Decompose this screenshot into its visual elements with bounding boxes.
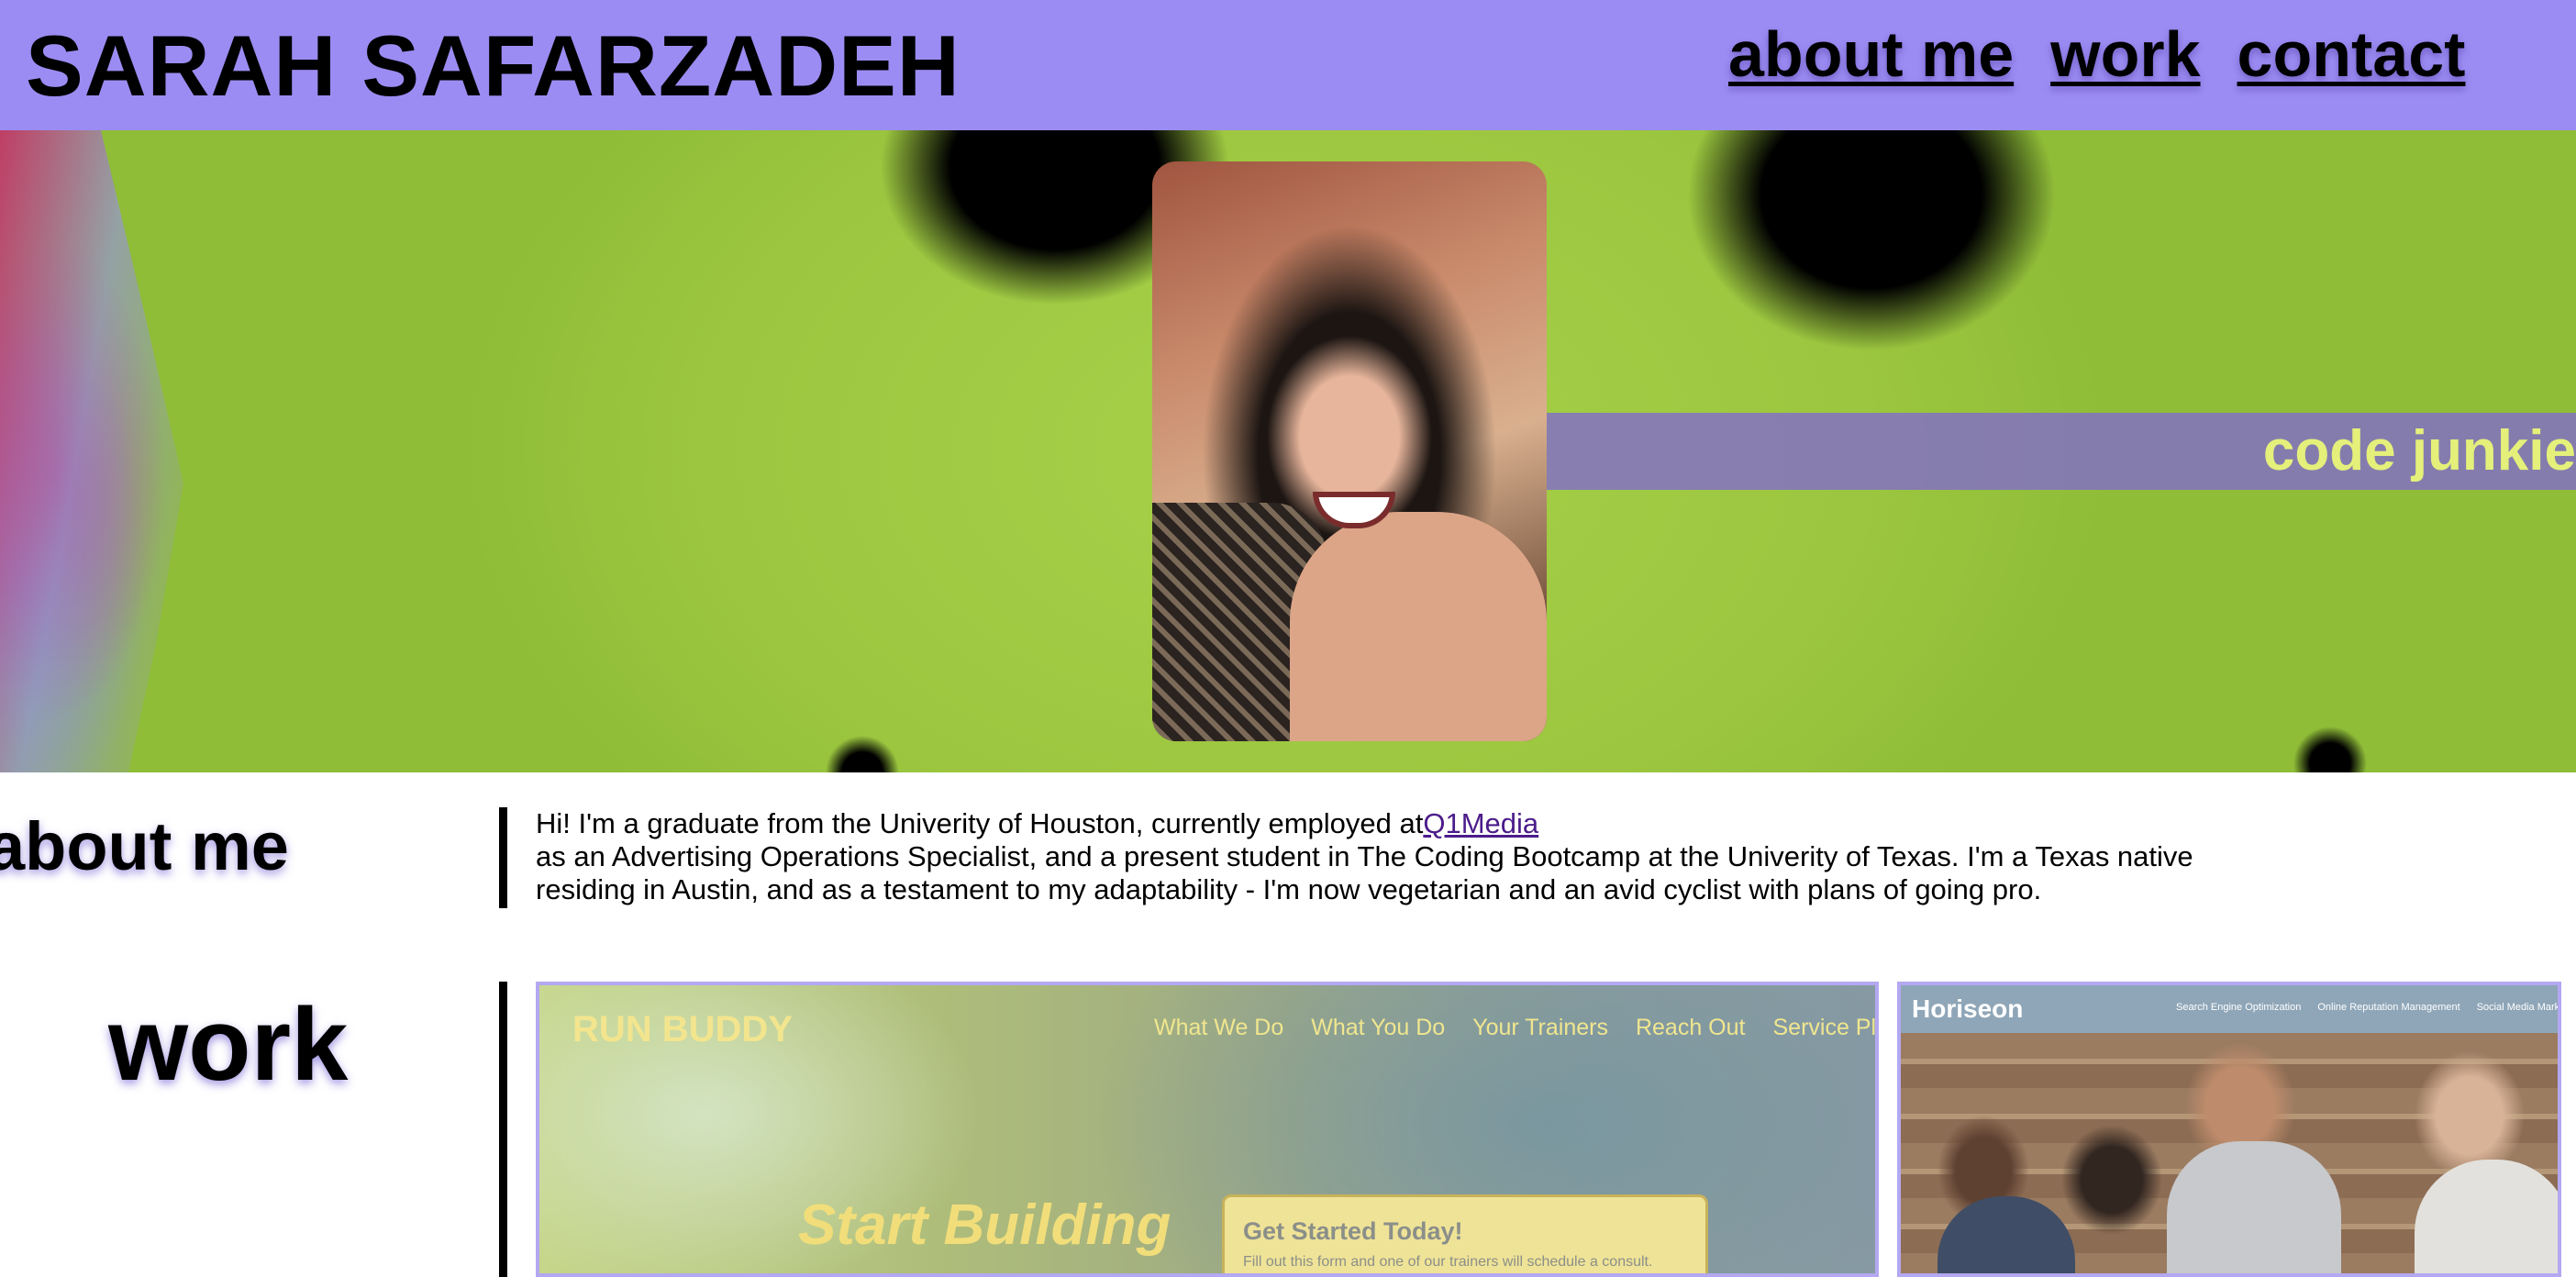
horiseon-nav: Search Engine Optimization Online Reputa… bbox=[2176, 1002, 2560, 1013]
about-text-part1: Hi! I'm a graduate from the Univerity of… bbox=[536, 807, 1424, 839]
horiseon-nav-item: Social Media Marketing bbox=[2476, 1002, 2560, 1013]
run-buddy-form-preview: Get Started Today! Fill out this form an… bbox=[1222, 1194, 1708, 1273]
run-buddy-nav: What We Do What You Do Your Trainers Rea… bbox=[1154, 1015, 1877, 1041]
tagline-band: code junkie bbox=[1547, 413, 2576, 490]
run-buddy-form-title: Get Started Today! bbox=[1243, 1217, 1463, 1245]
run-buddy-nav-item: What We Do bbox=[1154, 1015, 1284, 1040]
run-buddy-nav-item: Reach Out bbox=[1635, 1015, 1746, 1040]
horiseon-header: Horiseon Search Engine Optimization Onli… bbox=[1901, 985, 2558, 1033]
horiseon-logo: Horiseon bbox=[1912, 994, 2024, 1023]
hero-banner: code junkie bbox=[0, 130, 2576, 772]
q1media-link[interactable]: Q1Media bbox=[1423, 807, 1538, 839]
nav-contact-link[interactable]: contact bbox=[2237, 13, 2466, 95]
run-buddy-form-subtitle: Fill out this form and one of our traine… bbox=[1243, 1254, 1653, 1270]
work-heading: work bbox=[108, 987, 349, 1102]
about-divider bbox=[499, 807, 507, 908]
about-heading: about me bbox=[0, 808, 289, 884]
project-card-run-buddy[interactable]: RUN BUDDY What We Do What You Do Your Tr… bbox=[536, 982, 1879, 1277]
hero-paint-splash bbox=[0, 130, 183, 772]
horiseon-nav-item: Online Reputation Management bbox=[2317, 1002, 2460, 1013]
about-text-part2: as an Advertising Operations Specialist,… bbox=[536, 840, 2193, 905]
photo-detail bbox=[1290, 512, 1547, 741]
run-buddy-nav-item: Service Plans bbox=[1772, 1015, 1877, 1040]
horiseon-nav-item: Search Engine Optimization bbox=[2176, 1002, 2302, 1013]
run-buddy-hero-text: Start Building bbox=[798, 1194, 1171, 1257]
photo-detail bbox=[2167, 1141, 2341, 1273]
about-paragraph: Hi! I'm a graduate from the Univerity of… bbox=[536, 807, 2279, 906]
run-buddy-logo: RUN BUDDY bbox=[572, 1009, 793, 1049]
run-buddy-nav-item: What You Do bbox=[1311, 1015, 1446, 1040]
run-buddy-nav-item: Your Trainers bbox=[1472, 1015, 1608, 1040]
tagline: code junkie bbox=[2262, 419, 2576, 483]
work-divider bbox=[499, 982, 507, 1277]
main-nav: about me work contact bbox=[1728, 13, 2465, 95]
profile-photo bbox=[1152, 161, 1547, 741]
nav-about-me-link[interactable]: about me bbox=[1728, 13, 2014, 95]
nav-work-link[interactable]: work bbox=[2050, 13, 2200, 95]
site-header: SARAH SAFARZADEH about me work contact bbox=[0, 0, 2576, 130]
site-title: SARAH SAFARZADEH bbox=[26, 17, 960, 114]
project-card-horiseon[interactable]: Horiseon Search Engine Optimization Onli… bbox=[1897, 982, 2561, 1277]
